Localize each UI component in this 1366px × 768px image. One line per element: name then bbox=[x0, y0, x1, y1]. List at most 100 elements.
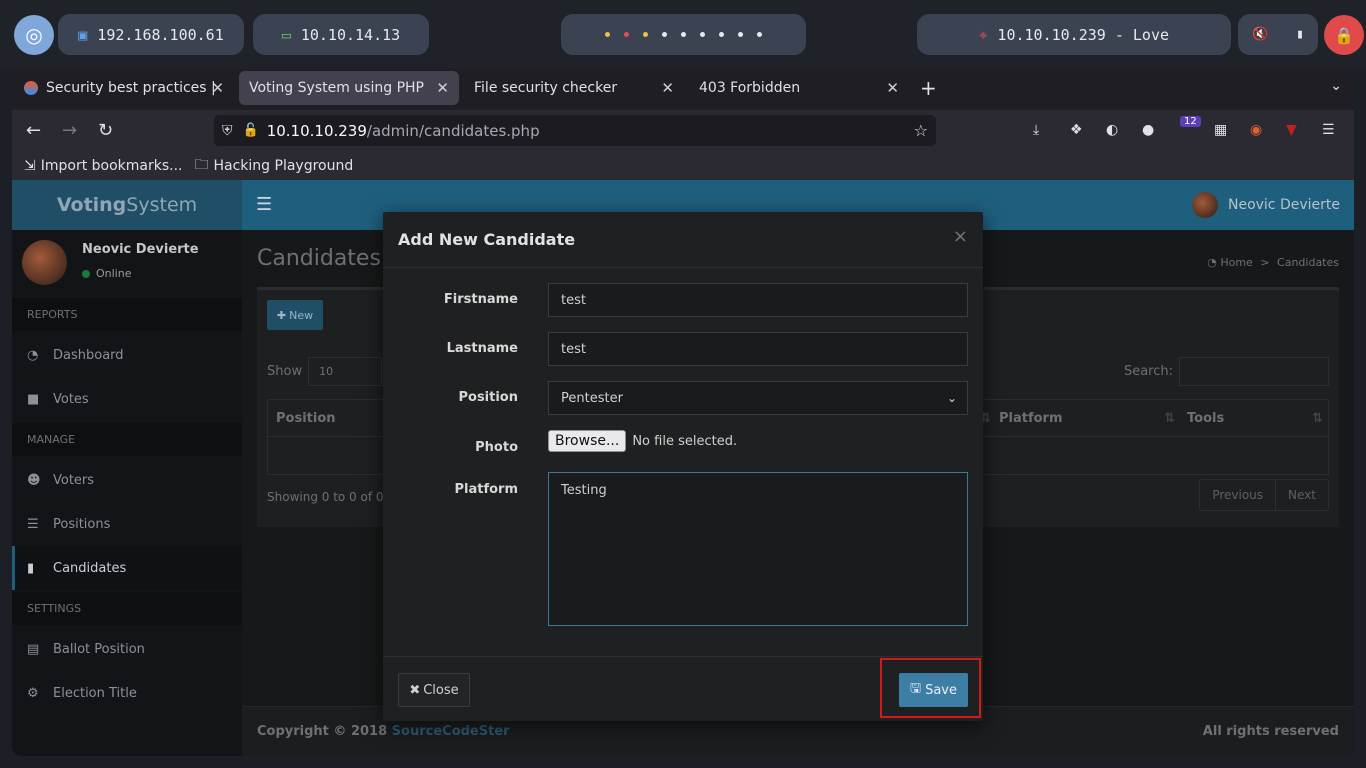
sidebar-item-candidates[interactable]: ▮ Candidates bbox=[12, 546, 242, 590]
sidebar-item-ballot-position[interactable]: ▤ Ballot Position bbox=[12, 627, 242, 671]
workspace-dot[interactable] bbox=[719, 32, 724, 37]
import-icon: ⇲ bbox=[24, 158, 36, 174]
sidebar-item-election-title[interactable]: ⚙ Election Title bbox=[12, 671, 242, 715]
show-label: Show bbox=[267, 364, 303, 379]
avatar bbox=[1191, 192, 1218, 218]
close-tab-icon[interactable]: ✕ bbox=[661, 79, 674, 97]
close-tab-icon[interactable]: ✕ bbox=[886, 79, 899, 97]
downloads-icon[interactable]: ⤓ bbox=[1033, 122, 1039, 138]
workspace-dot[interactable] bbox=[662, 32, 667, 37]
sidebar-toggle-icon[interactable]: ☰ bbox=[256, 194, 272, 215]
workspace-dot[interactable] bbox=[681, 32, 686, 37]
column-header-position[interactable]: Position bbox=[276, 411, 336, 426]
save-button[interactable]: 🖫 Save bbox=[899, 673, 968, 707]
workspace-dot[interactable] bbox=[757, 32, 762, 37]
firstname-input[interactable]: test bbox=[548, 283, 968, 317]
bookmark-label: Hacking Playground bbox=[213, 158, 354, 174]
url-bar[interactable]: ⛨ 🔓 10.10.10.239 /admin/candidates.php ☆ bbox=[214, 115, 936, 146]
debian-launcher-icon[interactable]: ◎ bbox=[14, 15, 54, 55]
platform-row: Platform Testing bbox=[383, 472, 983, 626]
tab-voting-system[interactable]: Voting System using PHP ✕ bbox=[239, 71, 459, 105]
list-all-tabs-icon[interactable]: ⌄ bbox=[1330, 78, 1342, 94]
workspace-switcher[interactable] bbox=[561, 14, 806, 55]
insecure-lock-icon[interactable]: 🔓 bbox=[243, 123, 259, 138]
sort-icon[interactable]: ⇅ bbox=[1312, 411, 1323, 426]
tab-403-forbidden[interactable]: 403 Forbidden ✕ bbox=[689, 71, 909, 105]
sidebar-item-voters[interactable]: ☻ Voters bbox=[12, 458, 242, 502]
back-icon[interactable]: ← bbox=[26, 120, 41, 141]
modal-footer: ✖ Close 🖫 Save bbox=[383, 656, 983, 721]
volume-muted-icon[interactable]: 🔇 bbox=[1252, 27, 1268, 42]
modal-close-icon[interactable]: × bbox=[953, 226, 968, 247]
extension-glasses-icon[interactable]: ◐ bbox=[1106, 122, 1118, 138]
forward-icon[interactable]: → bbox=[62, 120, 77, 141]
extension-cookie-icon[interactable]: ● bbox=[1142, 122, 1154, 138]
next-page-button[interactable]: Next bbox=[1275, 480, 1328, 510]
platform-textarea[interactable]: Testing bbox=[548, 472, 968, 626]
bookmark-star-icon[interactable]: ☆ bbox=[914, 121, 928, 140]
position-label: Position bbox=[458, 390, 518, 405]
ublock-icon[interactable]: ▼ bbox=[1286, 122, 1297, 138]
sort-icon[interactable]: ⇅ bbox=[1164, 411, 1175, 426]
position-select[interactable]: Pentester ⌄ bbox=[548, 381, 968, 415]
reload-icon[interactable]: ↻ bbox=[98, 120, 113, 141]
close-button[interactable]: ✖ Close bbox=[398, 673, 470, 707]
host-ip-widget[interactable]: ▣ 192.168.100.61 bbox=[58, 14, 244, 55]
column-header-platform[interactable]: Platform bbox=[999, 411, 1063, 426]
extension-puzzle-icon[interactable]: ▦ bbox=[1214, 122, 1227, 138]
plus-icon: ✚ bbox=[276, 308, 287, 322]
workspace-dot[interactable] bbox=[624, 32, 629, 37]
vpn-ip-widget[interactable]: ▭ 10.10.14.13 bbox=[253, 14, 429, 55]
desktop-top-panel: ◎ ▣ 192.168.100.61 ▭ 10.10.14.13 ⌖ 10.10… bbox=[0, 0, 1366, 68]
lastname-label: Lastname bbox=[446, 341, 518, 356]
system-tray: 🔇 ▮ bbox=[1238, 14, 1318, 55]
workspace-dot[interactable] bbox=[738, 32, 743, 37]
vpn-ip-label: 10.10.14.13 bbox=[300, 25, 401, 44]
extensions-icon[interactable]: ❖ bbox=[1070, 122, 1083, 138]
breadcrumb-separator: > bbox=[1260, 256, 1270, 269]
shield-icon[interactable]: ⛨ bbox=[222, 123, 233, 139]
target-widget[interactable]: ⌖ 10.10.10.239 - Love bbox=[917, 14, 1231, 55]
extension-badge[interactable]: 12 bbox=[1180, 116, 1201, 127]
entries-select[interactable]: 10 bbox=[308, 357, 383, 386]
add-new-button[interactable]: ✚ New bbox=[267, 300, 323, 330]
tab-file-security-checker[interactable]: File security checker ✕ bbox=[464, 71, 684, 105]
workspace-dot[interactable] bbox=[605, 32, 610, 37]
previous-page-button[interactable]: Previous bbox=[1200, 480, 1275, 510]
tab-security-best-practices[interactable]: Security best practices | ✕ bbox=[14, 71, 234, 105]
lock-icon[interactable]: 🔒 bbox=[1324, 15, 1364, 55]
no-file-label: No file selected. bbox=[632, 433, 738, 449]
workspace-dot[interactable] bbox=[700, 32, 705, 37]
close-tab-icon[interactable]: ✕ bbox=[211, 79, 224, 97]
sidebar-item-dashboard[interactable]: ◔ Dashboard bbox=[12, 333, 242, 377]
column-header-tools[interactable]: Tools bbox=[1187, 411, 1224, 426]
breadcrumb-home[interactable]: Home bbox=[1220, 256, 1252, 269]
users-icon: ☻ bbox=[27, 472, 41, 488]
bookmark-import[interactable]: ⇲ Import bookmarks... bbox=[24, 158, 183, 174]
sidebar-item-label: Voters bbox=[53, 472, 95, 488]
logo-bold: Voting bbox=[56, 194, 127, 216]
lock-icon: ■ bbox=[27, 391, 40, 407]
battery-icon[interactable]: ▮ bbox=[1296, 27, 1304, 42]
url-host: 10.10.10.239 bbox=[266, 121, 367, 140]
app-logo[interactable]: Voting System bbox=[12, 180, 242, 230]
target-icon: ⌖ bbox=[978, 25, 988, 44]
close-tab-icon[interactable]: ✕ bbox=[436, 79, 449, 97]
bookmark-folder-hacking[interactable]: 🗀 Hacking Playground bbox=[195, 154, 354, 178]
lastname-input[interactable]: test bbox=[548, 332, 968, 366]
browse-button[interactable]: Browse... bbox=[548, 430, 627, 452]
sidebar-item-label: Election Title bbox=[53, 685, 137, 701]
new-tab-icon[interactable]: + bbox=[920, 76, 937, 100]
search-label: Search: bbox=[1123, 364, 1173, 379]
footer-link[interactable]: SourceCodeSter bbox=[392, 724, 510, 739]
sidebar-header-reports: REPORTS bbox=[12, 298, 242, 331]
sidebar-item-votes[interactable]: ■ Votes bbox=[12, 377, 242, 421]
extension-proxy-icon[interactable]: ◉ bbox=[1250, 122, 1262, 138]
tab-label: Security best practices | bbox=[46, 80, 216, 96]
search-input[interactable] bbox=[1179, 357, 1329, 386]
file-text-icon: ▤ bbox=[27, 641, 40, 657]
header-user-menu[interactable]: Neovic Devierte bbox=[1191, 192, 1340, 218]
workspace-dot[interactable] bbox=[643, 32, 648, 37]
menu-hamburger-icon[interactable]: ☰ bbox=[1322, 122, 1335, 138]
sidebar-item-positions[interactable]: ☰ Positions bbox=[12, 502, 242, 546]
